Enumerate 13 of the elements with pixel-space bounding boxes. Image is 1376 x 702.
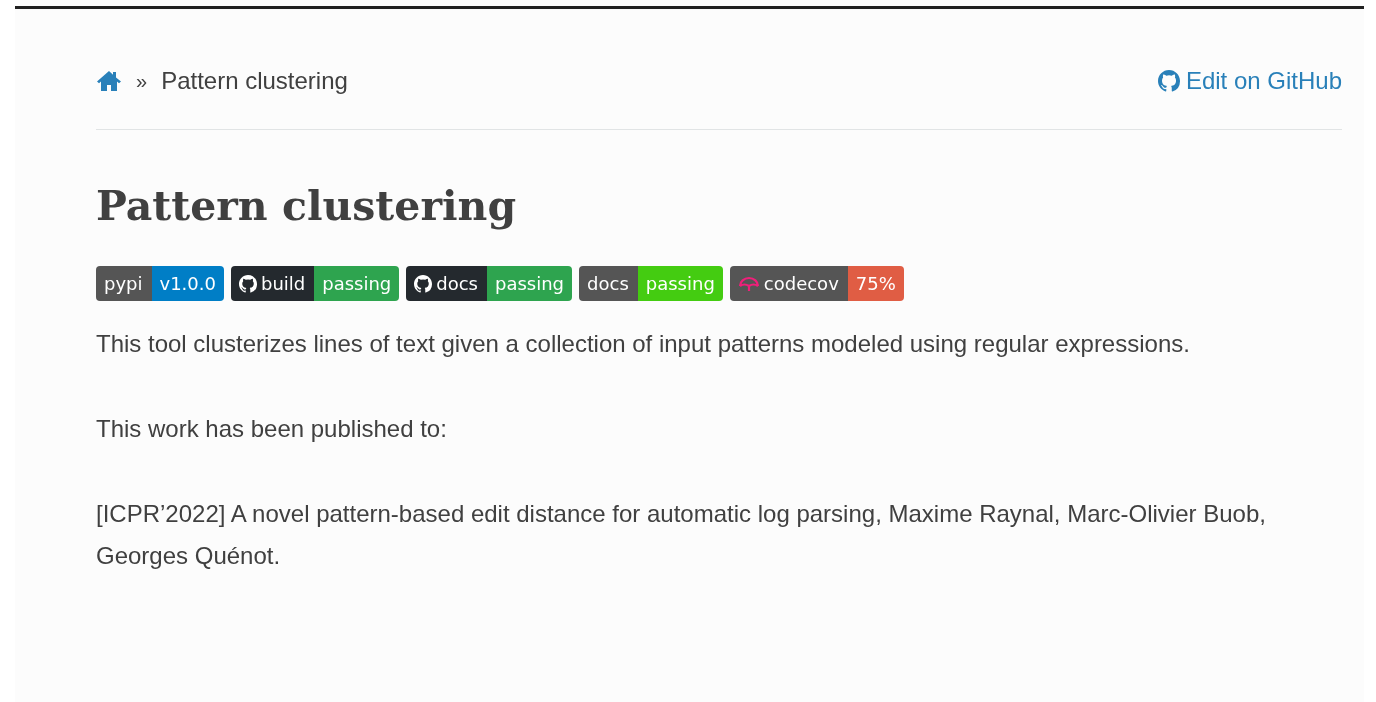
umbrella-icon [737,274,760,293]
home-icon [96,70,122,92]
breadcrumb-current: Pattern clustering [161,67,348,95]
breadcrumb-separator: » [136,69,148,93]
paragraph: This tool clusterizes lines of text given a collection of input patterns modeled using regular expressions. [96,329,1191,359]
edit-on-github-link[interactable]: Edit on GitHub [1157,67,1342,95]
github-icon [238,274,257,293]
paragraph: This work has been published to: [96,414,448,444]
page-title: Pattern clustering [96,181,518,232]
github-icon [414,274,433,293]
home-link[interactable] [96,70,122,92]
paragraph: [ICPR’2022] A novel pattern-based edit distance for automatic log parsing, Maxime Raynal, Marc-Olivier Buob, Georges Quénot. [96,499,1267,571]
github-icon [1157,70,1180,92]
